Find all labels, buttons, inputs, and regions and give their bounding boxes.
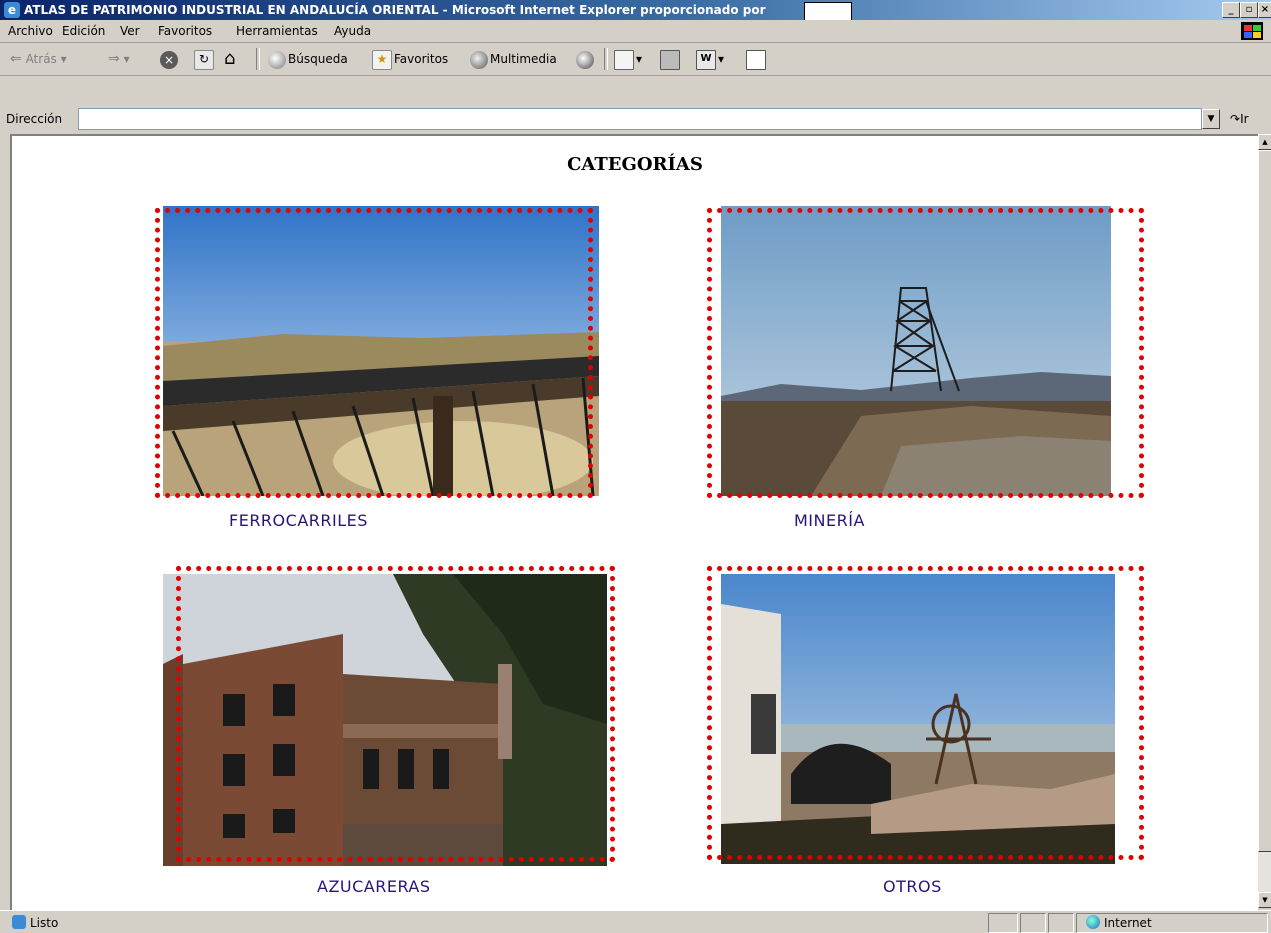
- go-button[interactable]: ↷Ir: [1230, 112, 1249, 126]
- print-button[interactable]: [660, 49, 682, 70]
- address-dropdown-button[interactable]: ▼: [1202, 109, 1220, 129]
- history-icon: [576, 50, 594, 69]
- stop-icon: ×: [160, 50, 178, 69]
- favorites-button[interactable]: ★ Favoritos: [372, 49, 449, 70]
- media-label: Multimedia: [490, 52, 557, 66]
- forward-arrow-icon: ⇒: [108, 51, 120, 67]
- address-bar: Dirección ▼ ↷Ir: [0, 106, 1271, 132]
- menu-favoritos[interactable]: Favoritos: [158, 24, 212, 38]
- search-icon: [268, 50, 286, 69]
- windows-logo-icon: [1241, 22, 1263, 40]
- favorites-star-icon: ★: [372, 49, 392, 70]
- edit-dropdown-icon: ▾: [718, 52, 725, 66]
- status-text: Listo: [30, 916, 59, 930]
- back-button[interactable]: ⇐ Atrás ▾: [10, 49, 67, 69]
- status-bar: Listo Internet: [0, 910, 1271, 933]
- page-status-icon: [12, 915, 26, 929]
- menu-bar: Archivo Edición Ver Favoritos Herramient…: [0, 20, 1271, 43]
- edit-button[interactable]: W ▾: [696, 49, 725, 70]
- window-title: ATLAS DE PATRIMONIO INDUSTRIAL EN ANDALU…: [24, 3, 766, 17]
- refresh-icon: ↻: [194, 49, 214, 70]
- toolbar-separator-2: [604, 48, 608, 70]
- address-label: Dirección: [6, 112, 63, 126]
- internet-zone-icon: [1086, 915, 1100, 929]
- history-button[interactable]: [576, 49, 596, 69]
- standard-toolbar: ⇐ Atrás ▾ ⇒ ▾ × ↻ ⌂ Búsqueda ★ Favoritos …: [0, 43, 1271, 76]
- vertical-scrollbar[interactable]: ▲ ▼: [1258, 134, 1271, 908]
- back-label: Atrás: [25, 52, 57, 66]
- discuss-button[interactable]: [746, 49, 768, 70]
- menu-herramientas[interactable]: Herramientas: [236, 24, 318, 38]
- otros-frame: [707, 566, 1144, 860]
- forward-button[interactable]: ⇒ ▾: [108, 49, 130, 69]
- go-label: Ir: [1240, 112, 1249, 126]
- favorites-label: Favoritos: [394, 52, 449, 66]
- forward-dropdown-icon: ▾: [123, 52, 130, 66]
- address-input[interactable]: [78, 108, 1202, 130]
- status-panel: [1020, 913, 1046, 933]
- print-icon: [660, 49, 680, 70]
- menu-ayuda[interactable]: Ayuda: [334, 24, 371, 38]
- window-title-bar: e ATLAS DE PATRIMONIO INDUSTRIAL EN ANDA…: [0, 0, 1271, 26]
- go-arrow-icon: ↷: [1230, 112, 1241, 126]
- page-viewport: CATEGORÍAS FERROCARRILES MINERÍA AZUCARE…: [10, 134, 1258, 910]
- status-panel: [1048, 913, 1074, 933]
- scroll-down-button[interactable]: ▼: [1258, 892, 1271, 908]
- scroll-up-button[interactable]: ▲: [1258, 134, 1271, 150]
- category-mineria[interactable]: MINERÍA: [794, 511, 865, 530]
- ferrocarriles-frame: [155, 208, 593, 498]
- back-dropdown-icon: ▾: [60, 52, 67, 66]
- azucareras-frame: [176, 566, 615, 862]
- category-ferrocarriles[interactable]: FERROCARRILES: [229, 511, 368, 530]
- category-azucareras[interactable]: AZUCARERAS: [317, 877, 431, 896]
- mail-dropdown-icon: ▾: [636, 52, 643, 66]
- category-otros[interactable]: OTROS: [883, 877, 942, 896]
- page-title: CATEGORÍAS: [567, 154, 703, 175]
- toolbar-gap: [0, 76, 1271, 105]
- status-panel: [988, 913, 1018, 933]
- media-icon: [470, 50, 488, 69]
- minimize-button[interactable]: _: [1222, 2, 1240, 18]
- zone-text: Internet: [1104, 916, 1152, 930]
- refresh-button[interactable]: ↻: [194, 49, 216, 70]
- ie-icon: e: [4, 2, 20, 18]
- close-button[interactable]: ×: [1258, 2, 1271, 18]
- mail-icon: [614, 49, 634, 70]
- stop-button[interactable]: ×: [160, 49, 180, 69]
- maximize-button[interactable]: ▫: [1240, 2, 1258, 18]
- search-button[interactable]: Búsqueda: [268, 49, 348, 69]
- menu-ver[interactable]: Ver: [120, 24, 140, 38]
- scroll-thumb[interactable]: [1258, 150, 1271, 852]
- home-button[interactable]: ⌂: [224, 49, 235, 69]
- discuss-icon: [746, 49, 766, 70]
- menu-archivo[interactable]: Archivo: [8, 24, 53, 38]
- toolbar-separator: [256, 48, 260, 70]
- mail-button[interactable]: ▾: [614, 49, 643, 70]
- media-button[interactable]: Multimedia: [470, 49, 557, 69]
- search-label: Búsqueda: [288, 52, 348, 66]
- word-icon: W: [696, 49, 716, 70]
- back-arrow-icon: ⇐: [10, 51, 22, 67]
- menu-edicion[interactable]: Edición: [62, 24, 105, 38]
- home-icon: ⌂: [224, 48, 236, 69]
- mineria-frame: [707, 208, 1144, 498]
